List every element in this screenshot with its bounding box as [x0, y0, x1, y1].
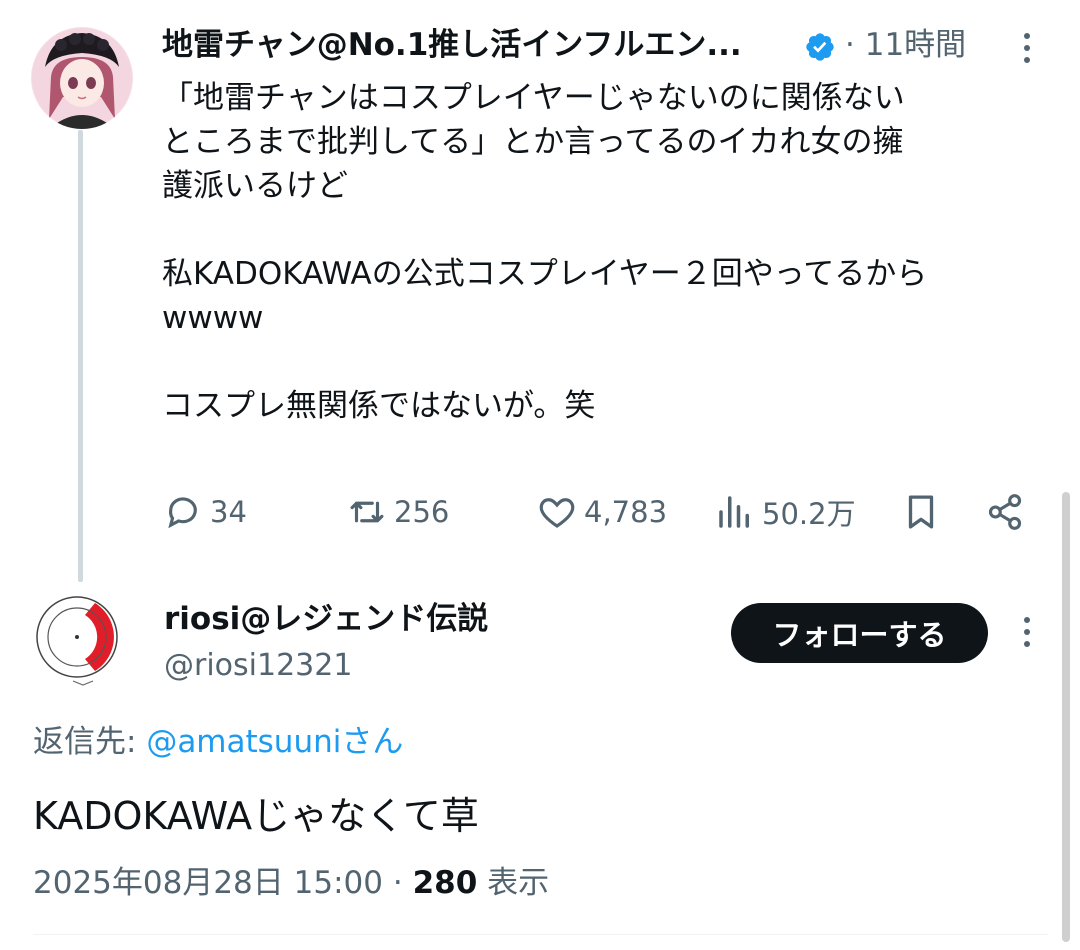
repost-count: 256: [394, 495, 450, 529]
bookmark-icon: [908, 495, 934, 529]
repost-button[interactable]: 256: [346, 490, 449, 534]
views-count: 50.2万: [762, 497, 856, 531]
share-icon: [988, 494, 1022, 530]
scrollbar[interactable]: [1062, 492, 1070, 942]
reply-count: 34: [210, 495, 247, 529]
reply-to-line: 返信先: @amatsuuniさん: [33, 720, 403, 764]
avatar[interactable]: [33, 593, 133, 693]
reply-button[interactable]: 34: [162, 490, 247, 534]
avatar[interactable]: [31, 27, 133, 129]
reply-date[interactable]: 2025年08月28日 15:00: [33, 865, 383, 901]
more-icon[interactable]: [1015, 614, 1039, 650]
reply-views-count: 280: [412, 865, 478, 901]
avatar-image: [36, 596, 118, 686]
reply-text: KADOKAWAじゃなくて草: [33, 794, 479, 838]
timestamp[interactable]: · 11時間: [845, 24, 966, 66]
reply-author-name[interactable]: riosi@レジェンド伝説: [164, 598, 488, 640]
author-name[interactable]: 地雷チャン@No.1推し活インフルエン...: [162, 24, 792, 66]
verified-badge-icon: [806, 33, 834, 61]
reply-to-suffix: さん: [341, 724, 404, 760]
reply-author-handle[interactable]: @riosi12321: [164, 645, 352, 687]
like-button[interactable]: 4,783: [536, 490, 667, 534]
reply-to-mention[interactable]: @amatsuuni: [146, 724, 341, 760]
divider: [33, 934, 1048, 935]
reply-views-label: 表示: [487, 865, 550, 901]
follow-button[interactable]: フォローする: [731, 603, 988, 663]
bookmark-button[interactable]: [900, 490, 948, 534]
views-button[interactable]: 50.2万: [714, 490, 856, 534]
reply-meta: 2025年08月28日 15:00 · 280 表示: [33, 860, 549, 906]
more-icon[interactable]: [1015, 30, 1039, 66]
repost-icon: [350, 501, 384, 523]
time-label: 11時間: [864, 27, 967, 63]
reply-to-label: 返信先:: [33, 724, 147, 760]
tweet-text: 「地雷チャンはコスプレイヤーじゃないのに関係ない ところまで批判してる」とか言っ…: [162, 80, 928, 424]
avatar-image: [31, 27, 133, 129]
like-icon: [539, 498, 575, 528]
like-count: 4,783: [584, 495, 668, 529]
thread-connector-line: [78, 130, 83, 582]
views-icon: [719, 496, 749, 528]
share-button[interactable]: [984, 490, 1032, 534]
separator-dot: ·: [392, 865, 403, 901]
separator-dot: ·: [845, 27, 855, 63]
reply-icon: [168, 497, 197, 529]
